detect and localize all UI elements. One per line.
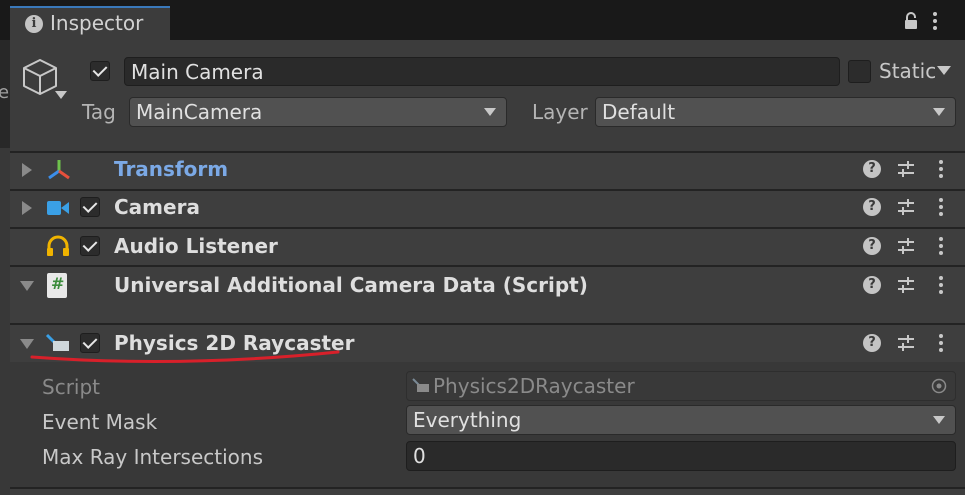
max-ray-intersections-field[interactable]: 0 — [406, 441, 956, 471]
component-title: Universal Additional Camera Data (Script… — [114, 273, 588, 297]
lock-icon[interactable] — [903, 12, 919, 30]
chevron-down-icon[interactable] — [55, 91, 67, 99]
more-options-icon[interactable] — [933, 12, 937, 33]
component-menu-icon[interactable] — [939, 237, 943, 258]
csharp-script-icon: # — [47, 273, 67, 298]
component-title: Audio Listener — [114, 234, 278, 258]
component-enabled-checkbox[interactable] — [80, 197, 100, 217]
event-mask-value: Everything — [413, 408, 522, 432]
red-underline-annotation — [30, 350, 340, 363]
tab-title: Inspector — [50, 11, 144, 35]
transform-icon — [48, 160, 70, 180]
object-picker-icon[interactable] — [931, 378, 947, 394]
foldout-arrow-icon[interactable] — [22, 201, 32, 215]
script-label: Script — [42, 375, 101, 399]
static-dropdown-caret-icon[interactable] — [937, 66, 951, 75]
tag-label: Tag — [82, 100, 116, 124]
tab-inspector[interactable]: i Inspector — [10, 6, 170, 40]
tag-value: MainCamera — [136, 100, 263, 124]
script-value: Physics2DRaycaster — [433, 374, 635, 398]
static-checkbox[interactable] — [848, 60, 871, 83]
layer-value: Default — [602, 100, 676, 124]
layer-dropdown[interactable]: Default — [595, 97, 956, 127]
next-component-edge — [10, 489, 965, 495]
event-mask-dropdown[interactable]: Everything — [406, 405, 956, 435]
presets-icon[interactable] — [897, 276, 915, 294]
script-asset-icon — [412, 378, 429, 392]
component-menu-icon[interactable] — [939, 198, 943, 219]
left-panel-text-fragment: e — [0, 82, 10, 103]
component-menu-icon[interactable] — [939, 276, 943, 297]
help-icon[interactable]: ? — [863, 276, 881, 294]
component-menu-icon[interactable] — [939, 160, 943, 181]
max-ray-intersections-label: Max Ray Intersections — [42, 445, 264, 469]
tag-dropdown[interactable]: MainCamera — [129, 97, 507, 127]
component-menu-icon[interactable] — [939, 334, 943, 355]
help-icon[interactable]: ? — [863, 334, 881, 352]
static-label[interactable]: Static — [879, 59, 936, 83]
event-mask-label: Event Mask — [42, 410, 158, 434]
gameobject-cube-icon[interactable] — [22, 58, 58, 96]
chevron-down-icon — [484, 108, 496, 116]
component-enabled-checkbox[interactable] — [80, 236, 100, 256]
presets-icon[interactable] — [897, 237, 915, 255]
help-icon[interactable]: ? — [863, 160, 881, 178]
gameobject-name-field[interactable]: Main Camera — [124, 57, 840, 86]
info-icon: i — [25, 15, 43, 33]
foldout-arrow-icon[interactable] — [20, 281, 34, 291]
presets-icon[interactable] — [897, 160, 915, 178]
foldout-arrow-icon[interactable] — [22, 163, 32, 177]
component-title: Camera — [114, 195, 200, 219]
chevron-down-icon — [933, 108, 945, 116]
presets-icon[interactable] — [897, 198, 915, 216]
script-field: Physics2DRaycaster — [406, 371, 956, 401]
active-checkbox[interactable] — [90, 61, 110, 81]
help-icon[interactable]: ? — [863, 237, 881, 255]
headphones-icon — [47, 235, 69, 256]
camera-icon — [47, 201, 69, 215]
layer-label: Layer — [532, 100, 588, 124]
help-icon[interactable]: ? — [863, 198, 881, 216]
script-glyph: # — [51, 274, 65, 293]
chevron-down-icon — [933, 416, 945, 424]
presets-icon[interactable] — [897, 334, 915, 352]
component-title: Transform — [114, 157, 229, 181]
